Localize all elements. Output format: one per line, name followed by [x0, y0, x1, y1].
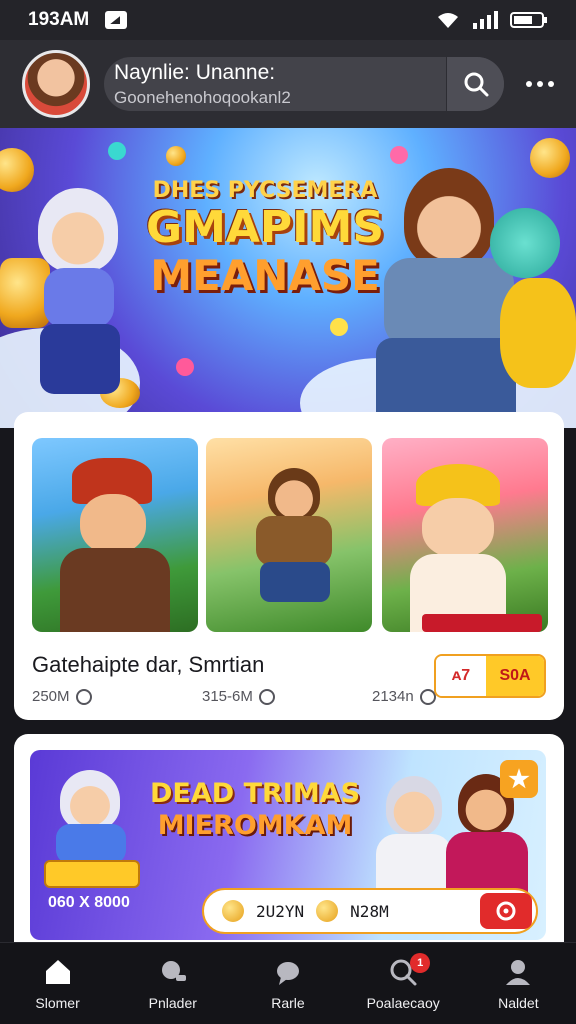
nav-label-chat: Rarle: [271, 994, 305, 1011]
controller-icon: [161, 960, 186, 981]
nav-item-search[interactable]: 1 Poalaecaoy: [348, 952, 458, 1011]
hero-character-right: [404, 168, 494, 268]
nav-item-home[interactable]: Slomer: [3, 957, 113, 1011]
promo-banner[interactable]: ★ DEAD TRIMAS MIEROMKAM 060 X 8000 2U2YN…: [30, 750, 546, 940]
nav-label-games: Pnlader: [148, 994, 197, 1011]
hero-character-left: [38, 188, 118, 272]
promo-card[interactable]: ★ DEAD TRIMAS MIEROMKAM 060 X 8000 2U2YN…: [14, 734, 564, 944]
nav-label-search: Poalaecaoy: [366, 994, 440, 1011]
promo-title-line1: DEAD TRIMAS: [150, 778, 361, 809]
game-thumbnail-3[interactable]: [382, 438, 548, 632]
signal-icon: [473, 11, 498, 29]
stat-players: 315-6M: [202, 688, 275, 705]
stat-downloads: 250M: [32, 688, 92, 705]
nav-label-profile: Naldet: [498, 994, 539, 1011]
more-options-icon[interactable]: [526, 81, 554, 87]
price-button[interactable]: ᴀ7 S0A: [434, 654, 546, 698]
reward-value-2: N28M: [350, 901, 389, 921]
profile-icon: [506, 959, 531, 985]
nav-label-home: Slomer: [35, 994, 80, 1011]
hero-title-line3: MEANASE: [150, 251, 380, 300]
reward-value-1: 2U2YN: [256, 901, 305, 921]
promo-title: DEAD TRIMAS MIEROMKAM: [150, 778, 360, 842]
nav-item-chat[interactable]: Rarle: [233, 957, 343, 1011]
price-new: S0A: [486, 656, 544, 696]
stat-reviews: 2134n: [372, 688, 436, 705]
reward-bar[interactable]: 2U2YN N28M: [202, 888, 538, 934]
nav-item-profile[interactable]: Naldet: [463, 957, 573, 1011]
notification-badge: 1: [410, 952, 431, 973]
hero-title-line1: DHES PYCSEMERA: [152, 178, 378, 203]
coin-icon: [222, 900, 244, 922]
game-card[interactable]: Gatehaipte dar, Smrtian 250M 315-6M 2134…: [14, 412, 564, 720]
app-header: Naynlie: Unanne: Goonehenohoqookanl2: [0, 40, 576, 128]
promo-badge: [44, 860, 140, 888]
home-icon: [45, 959, 70, 984]
status-time: 193AM: [28, 9, 90, 30]
nav-item-games[interactable]: Pnlader: [118, 957, 228, 1011]
hero-banner[interactable]: DHES PYCSEMERA GMAPIMS MEANASE: [0, 128, 576, 428]
info-icon: [258, 688, 275, 705]
wifi-icon: [438, 13, 458, 28]
stat-players-value: 315-6M: [202, 688, 253, 705]
hero-title-line2: GMAPIMS: [145, 202, 385, 253]
status-icons: [436, 11, 548, 29]
battery-icon: [510, 12, 547, 28]
price-old: ᴀ7: [436, 656, 486, 696]
search-button[interactable]: [446, 57, 504, 111]
search-bar[interactable]: Naynlie: Unanne: Goonehenohoqookanl2: [104, 57, 504, 111]
bottom-navigation: Slomer Pnlader Rarle 1 Poalaecaoy Naldet: [0, 942, 576, 1024]
claim-button[interactable]: [480, 893, 532, 929]
search-icon: [464, 72, 488, 97]
chat-icon: [276, 961, 299, 985]
notification-icon: [105, 11, 128, 29]
avatar[interactable]: [22, 50, 90, 118]
refresh-icon: [496, 901, 516, 921]
hero-title: DHES PYCSEMERA GMAPIMS MEANASE: [130, 178, 400, 299]
stat-reviews-value: 2134n: [372, 688, 414, 705]
promo-caption: 060 X 8000: [48, 894, 130, 911]
game-thumbnail-1[interactable]: [32, 438, 198, 632]
game-thumbnail-2[interactable]: [206, 438, 372, 632]
status-bar: 193AM: [0, 0, 576, 40]
game-title[interactable]: Gatehaipte dar, Smrtian: [32, 652, 264, 678]
stat-downloads-value: 250M: [32, 688, 70, 705]
star-icon[interactable]: ★: [500, 760, 538, 798]
promo-title-line2: MIEROMKAM: [157, 810, 353, 841]
coin-icon: [316, 900, 339, 922]
info-icon: [75, 688, 92, 705]
